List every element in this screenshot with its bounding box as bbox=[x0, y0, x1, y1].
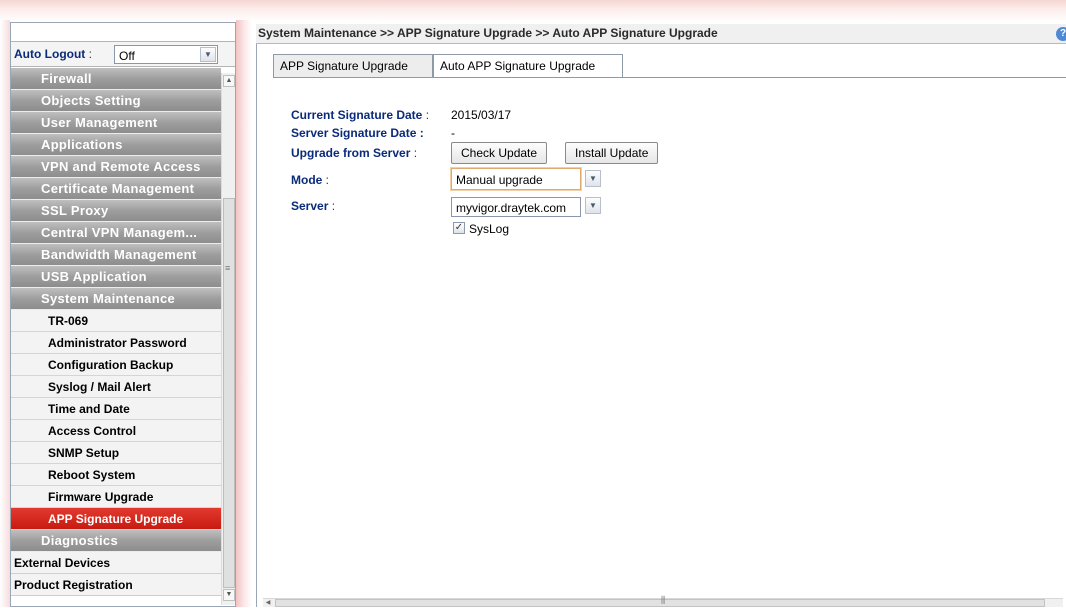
sidebar-item-vpn-remote-access[interactable]: VPN and Remote Access bbox=[11, 156, 221, 178]
sidebar-subitem-firmware-upgrade[interactable]: Firmware Upgrade bbox=[11, 486, 221, 508]
sidebar-item-certificate-management[interactable]: Certificate Management bbox=[11, 178, 221, 200]
sidebar-item-objects-setting[interactable]: Objects Setting bbox=[11, 90, 221, 112]
tab-divider bbox=[273, 77, 1066, 78]
horizontal-scrollbar[interactable]: ◀ ⫼ bbox=[263, 595, 1063, 607]
sidebar-item-usb-application[interactable]: USB Application bbox=[11, 266, 221, 288]
server-signature-value: - bbox=[451, 126, 455, 140]
upgrade-from-server-label: Upgrade from Server : bbox=[291, 146, 418, 160]
chevron-down-icon[interactable]: ▼ bbox=[585, 170, 601, 187]
tab-app-signature-upgrade[interactable]: APP Signature Upgrade bbox=[273, 54, 433, 78]
main-panel: APP Signature Upgrade Auto APP Signature… bbox=[256, 44, 1066, 607]
mode-label: Mode : bbox=[291, 173, 330, 187]
sidebar-subitem-admin-password[interactable]: Administrator Password bbox=[11, 332, 221, 354]
mode-select[interactable]: Manual upgrade bbox=[451, 168, 581, 190]
sidebar-subitem-config-backup[interactable]: Configuration Backup bbox=[11, 354, 221, 376]
sidebar-item-applications[interactable]: Applications bbox=[11, 134, 221, 156]
current-signature-label: Current Signature Date : bbox=[291, 108, 430, 122]
sidebar-subitem-reboot-system[interactable]: Reboot System bbox=[11, 464, 221, 486]
auto-logout-bar: Auto Logout : Off ▼ bbox=[11, 41, 235, 67]
sidebar-subitem-tr069[interactable]: TR-069 bbox=[11, 310, 221, 332]
hscroll-thumb[interactable] bbox=[275, 599, 1045, 607]
server-signature-label: Server Signature Date : bbox=[291, 126, 424, 140]
auto-logout-select[interactable]: Off ▼ bbox=[114, 45, 218, 64]
sidebar-subitem-access-control[interactable]: Access Control bbox=[11, 420, 221, 442]
scroll-grip-icon: ≡ bbox=[225, 263, 231, 273]
left-decor bbox=[0, 20, 10, 607]
sidebar-item-diagnostics[interactable]: Diagnostics bbox=[11, 530, 221, 552]
sidebar-subitem-snmp-setup[interactable]: SNMP Setup bbox=[11, 442, 221, 464]
chevron-down-icon[interactable]: ▼ bbox=[200, 47, 216, 62]
install-update-button[interactable]: Install Update bbox=[565, 142, 659, 164]
scroll-up-icon[interactable]: ▲ bbox=[223, 75, 235, 87]
auto-logout-value: Off bbox=[119, 49, 135, 63]
auto-logout-label: Auto Logout : bbox=[14, 47, 92, 61]
breadcrumb: System Maintenance >> APP Signature Upgr… bbox=[256, 24, 1066, 44]
mode-value: Manual upgrade bbox=[456, 173, 543, 187]
server-select[interactable]: myvigor.draytek.com bbox=[451, 197, 581, 217]
server-label: Server : bbox=[291, 199, 336, 213]
hscroll-grip-icon: ⫼ bbox=[661, 595, 666, 605]
chevron-down-icon[interactable]: ▼ bbox=[585, 197, 601, 214]
current-signature-value: 2015/03/17 bbox=[451, 108, 512, 122]
tab-auto-app-signature-upgrade[interactable]: Auto APP Signature Upgrade bbox=[433, 54, 623, 78]
sidebar-shadow bbox=[236, 20, 252, 607]
syslog-checkbox[interactable]: ✓ bbox=[453, 222, 465, 234]
scrollbar-thumb[interactable] bbox=[223, 198, 235, 588]
sidebar-subitem-time-date[interactable]: Time and Date bbox=[11, 398, 221, 420]
sidebar-item-central-vpn[interactable]: Central VPN Managem... bbox=[11, 222, 221, 244]
sidebar-item-product-registration[interactable]: Product Registration bbox=[11, 574, 221, 596]
sidebar-item-bandwidth-management[interactable]: Bandwidth Management bbox=[11, 244, 221, 266]
top-banner bbox=[0, 0, 1066, 22]
scroll-down-icon[interactable]: ▼ bbox=[223, 589, 235, 601]
sidebar-item-firewall[interactable]: Firewall bbox=[11, 68, 221, 90]
sidebar-item-ssl-proxy[interactable]: SSL Proxy bbox=[11, 200, 221, 222]
check-update-button[interactable]: Check Update bbox=[451, 142, 548, 164]
sidebar-subitem-app-signature-upgrade[interactable]: APP Signature Upgrade bbox=[11, 508, 221, 530]
sidebar: Auto Logout : Off ▼ Firewall Objects Set… bbox=[10, 22, 236, 607]
sidebar-menu: Firewall Objects Setting User Management… bbox=[11, 68, 221, 608]
help-icon[interactable]: ? bbox=[1056, 27, 1066, 41]
server-value: myvigor.draytek.com bbox=[456, 201, 567, 215]
sidebar-item-user-management[interactable]: User Management bbox=[11, 112, 221, 134]
sidebar-subitem-syslog-mail[interactable]: Syslog / Mail Alert bbox=[11, 376, 221, 398]
sidebar-scrollbar[interactable]: ▲ ≡ ▼ bbox=[221, 73, 235, 605]
sidebar-item-external-devices[interactable]: External Devices bbox=[11, 552, 221, 574]
syslog-label: SysLog bbox=[469, 222, 510, 236]
sidebar-item-system-maintenance[interactable]: System Maintenance bbox=[11, 288, 221, 310]
